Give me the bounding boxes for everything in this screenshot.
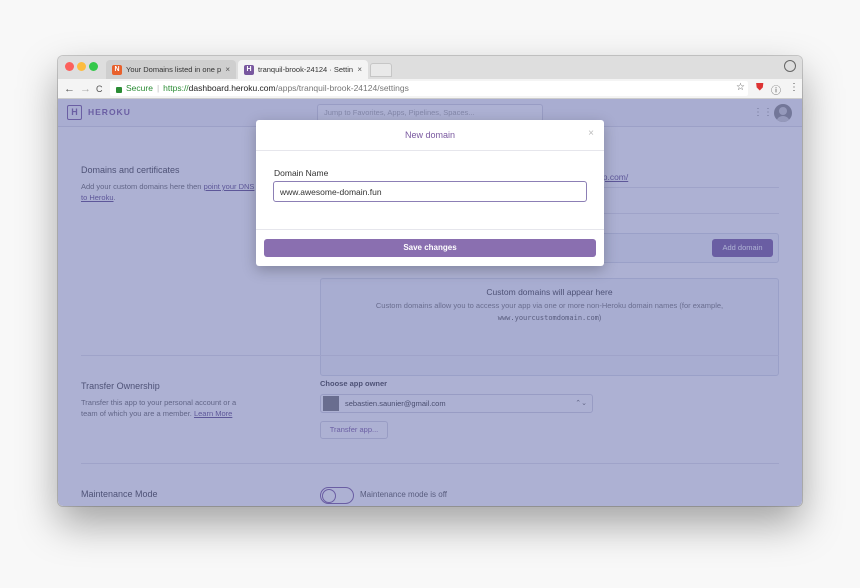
browser-window: N Your Domains listed in one pla × H tra… [58,56,802,506]
tab-close-icon[interactable]: × [357,65,362,74]
tab-close-icon[interactable]: × [225,65,230,74]
url-scheme: https:// [163,83,189,93]
minimize-window-button[interactable] [77,62,86,71]
profile-icon[interactable] [784,60,796,72]
url-host: dashboard.heroku.com [188,83,276,93]
close-window-button[interactable] [65,62,74,71]
tab-heroku-settings[interactable]: H tranquil-brook-24124 · Setting × [238,60,368,79]
heroku-page: H HEROKU Jump to Favorites, Apps, Pipeli… [58,99,802,506]
tab-bar: N Your Domains listed in one pla × H tra… [58,56,802,79]
reload-icon[interactable]: C [96,81,103,97]
url-divider: | [156,83,160,93]
new-tab-button[interactable] [370,63,392,77]
modal-title: New domain [404,130,456,140]
domain-name-label: Domain Name [274,168,329,178]
namecheap-favicon-icon: N [112,64,122,75]
back-icon[interactable]: ← [64,81,75,97]
url-path: /apps/tranquil-brook-24124/settings [275,83,409,93]
shield-icon[interactable]: ⛊ [756,82,764,93]
info-icon[interactable]: ⓘ [771,82,781,97]
modal-header: New domain × [256,120,604,151]
menu-icon[interactable]: ⋮ [789,82,799,93]
lock-icon [116,86,122,93]
maximize-window-button[interactable] [89,62,98,71]
heroku-favicon-icon: H [244,64,254,75]
new-domain-modal: New domain × Domain Name Save changes [256,120,604,266]
star-icon[interactable]: ☆ [736,82,745,93]
domain-name-input[interactable] [273,181,587,202]
close-icon[interactable]: × [588,128,594,139]
address-bar[interactable]: Secure | https:// dashboard.heroku.com /… [110,81,748,96]
save-changes-button[interactable]: Save changes [264,239,596,257]
browser-toolbar: ← → C Secure | https:// dashboard.heroku… [58,79,802,99]
secure-label: Secure [126,83,153,93]
forward-icon[interactable]: → [80,81,91,97]
tab-your-domains[interactable]: N Your Domains listed in one pla × [106,60,236,79]
modal-footer: Save changes [256,229,604,266]
